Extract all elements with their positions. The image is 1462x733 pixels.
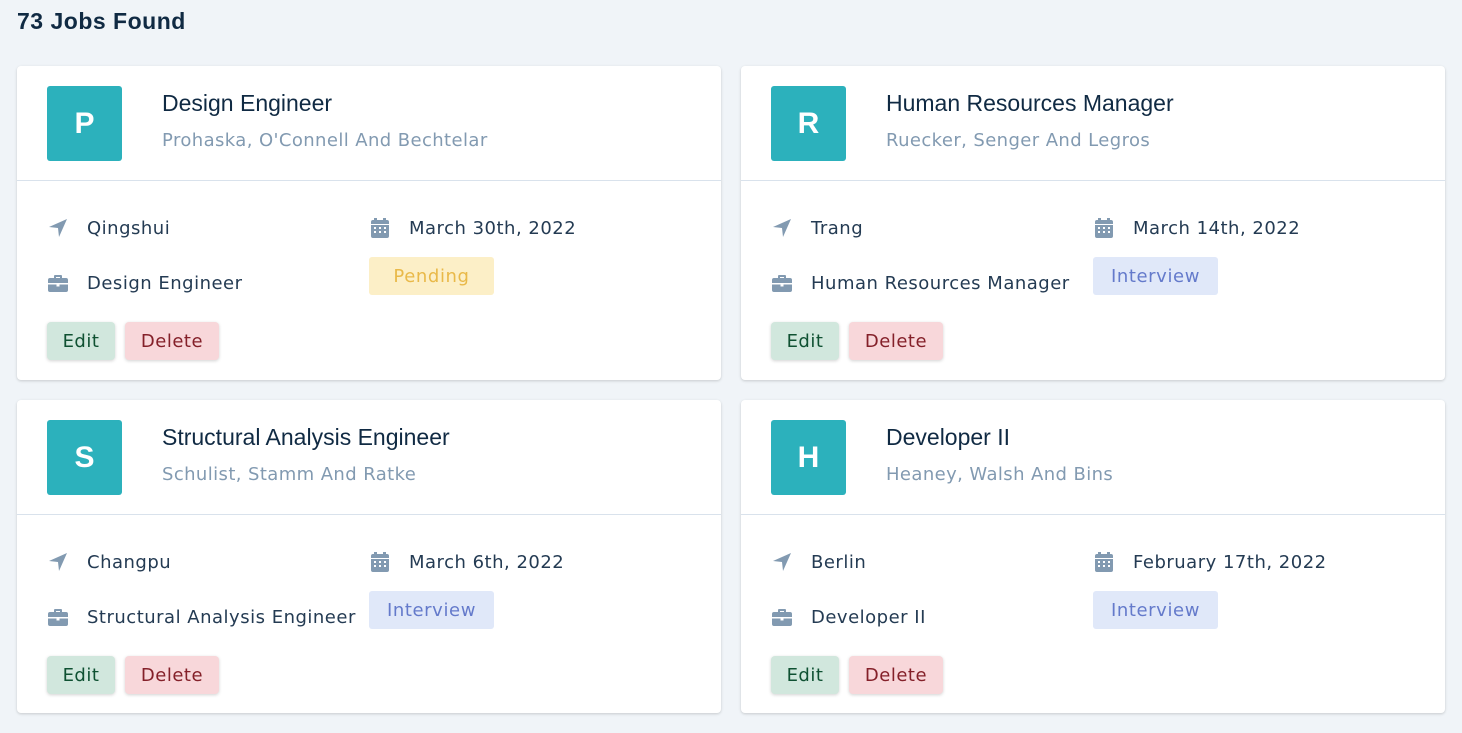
- delete-button[interactable]: Delete: [125, 322, 219, 360]
- job-type: Design Engineer: [47, 272, 243, 294]
- job-card: S Structural Analysis Engineer Schulist,…: [17, 400, 721, 713]
- job-type-text: Design Engineer: [87, 272, 243, 294]
- job-card-header: R Human Resources Manager Ruecker, Senge…: [741, 66, 1445, 181]
- status-badge: Pending: [369, 257, 494, 295]
- job-location: Changpu: [47, 551, 171, 573]
- job-location-text: Qingshui: [87, 217, 171, 239]
- job-card: R Human Resources Manager Ruecker, Senge…: [741, 66, 1445, 380]
- job-date: February 17th, 2022: [1093, 551, 1327, 573]
- briefcase-icon: [47, 272, 69, 294]
- status-badge: Interview: [1093, 257, 1218, 295]
- job-type-text: Developer II: [811, 606, 926, 628]
- briefcase-icon: [47, 606, 69, 628]
- calendar-icon: [369, 217, 391, 239]
- status-badge: Interview: [369, 591, 494, 629]
- job-location-text: Trang: [811, 217, 864, 239]
- status-badge: Interview: [1093, 591, 1218, 629]
- job-date: March 30th, 2022: [369, 217, 576, 239]
- edit-button[interactable]: Edit: [47, 656, 115, 694]
- job-company: Ruecker, Senger And Legros: [886, 130, 1151, 151]
- job-position: Design Engineer: [162, 90, 333, 116]
- edit-button[interactable]: Edit: [47, 322, 115, 360]
- job-card: H Developer II Heaney, Walsh And Bins Be…: [741, 400, 1445, 713]
- job-company: Schulist, Stamm And Ratke: [162, 464, 417, 485]
- job-position: Structural Analysis Engineer: [162, 424, 450, 450]
- delete-button[interactable]: Delete: [849, 322, 943, 360]
- location-arrow-icon: [47, 551, 69, 573]
- job-position: Developer II: [886, 424, 1011, 450]
- edit-button[interactable]: Edit: [771, 322, 839, 360]
- job-company: Heaney, Walsh And Bins: [886, 464, 1114, 485]
- job-date-text: March 30th, 2022: [409, 217, 577, 239]
- job-date-text: March 6th, 2022: [409, 551, 565, 573]
- delete-button[interactable]: Delete: [125, 656, 219, 694]
- company-avatar: R: [771, 86, 846, 161]
- delete-button[interactable]: Delete: [849, 656, 943, 694]
- job-type-text: Human Resources Manager: [811, 272, 1070, 294]
- job-card: P Design Engineer Prohaska, O'Connell An…: [17, 66, 721, 380]
- location-arrow-icon: [771, 217, 793, 239]
- jobs-count-title: 73 Jobs Found: [17, 8, 186, 34]
- job-card-header: P Design Engineer Prohaska, O'Connell An…: [17, 66, 721, 181]
- location-arrow-icon: [47, 217, 69, 239]
- job-location: Qingshui: [47, 217, 170, 239]
- calendar-icon: [1093, 551, 1115, 573]
- job-type: Developer II: [771, 606, 926, 628]
- job-location: Trang: [771, 217, 863, 239]
- job-type: Structural Analysis Engineer: [47, 606, 356, 628]
- job-company: Prohaska, O'Connell And Bechtelar: [162, 130, 488, 151]
- calendar-icon: [369, 551, 391, 573]
- company-avatar: P: [47, 86, 122, 161]
- job-location-text: Berlin: [811, 551, 867, 573]
- job-date-text: March 14th, 2022: [1133, 217, 1301, 239]
- job-date-text: February 17th, 2022: [1133, 551, 1327, 573]
- briefcase-icon: [771, 606, 793, 628]
- company-avatar: S: [47, 420, 122, 495]
- job-date: March 6th, 2022: [369, 551, 564, 573]
- job-location-text: Changpu: [87, 551, 172, 573]
- job-location: Berlin: [771, 551, 866, 573]
- job-position: Human Resources Manager: [886, 90, 1174, 116]
- edit-button[interactable]: Edit: [771, 656, 839, 694]
- location-arrow-icon: [771, 551, 793, 573]
- job-type: Human Resources Manager: [771, 272, 1070, 294]
- job-card-header: H Developer II Heaney, Walsh And Bins: [741, 400, 1445, 515]
- calendar-icon: [1093, 217, 1115, 239]
- job-date: March 14th, 2022: [1093, 217, 1300, 239]
- briefcase-icon: [771, 272, 793, 294]
- job-type-text: Structural Analysis Engineer: [87, 606, 356, 628]
- company-avatar: H: [771, 420, 846, 495]
- job-card-header: S Structural Analysis Engineer Schulist,…: [17, 400, 721, 515]
